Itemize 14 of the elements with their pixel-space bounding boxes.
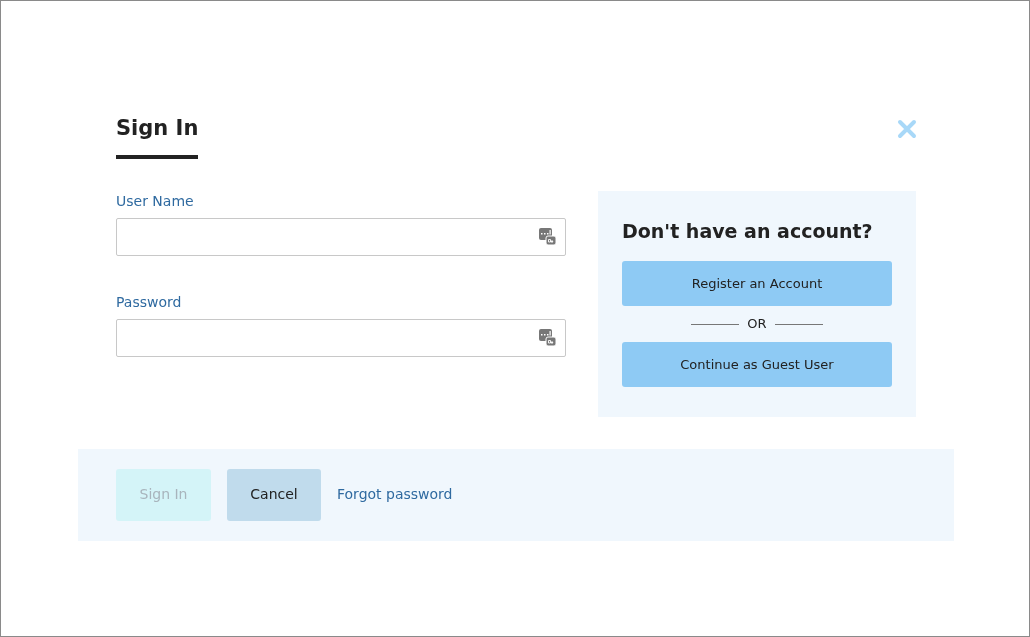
sign-in-tab[interactable]: Sign In [116, 113, 199, 159]
input-field[interactable] [116, 318, 566, 357]
cancel-button[interactable]: Cancel [227, 468, 321, 521]
register-button[interactable]: Register an Account [622, 261, 892, 306]
keyboard-icon[interactable] [539, 329, 556, 346]
keyboard-icon[interactable] [539, 228, 556, 245]
field-label: Password [116, 292, 183, 312]
panel-heading: Don't have an account? [622, 218, 874, 244]
or-separator: OR [747, 315, 767, 334]
guest-button[interactable]: Continue as Guest User [622, 342, 892, 387]
input-field[interactable] [116, 217, 566, 256]
field-label: User Name [116, 191, 195, 211]
close-icon[interactable] [897, 119, 917, 139]
forgot-password-link[interactable]: Forgot password [337, 484, 453, 505]
